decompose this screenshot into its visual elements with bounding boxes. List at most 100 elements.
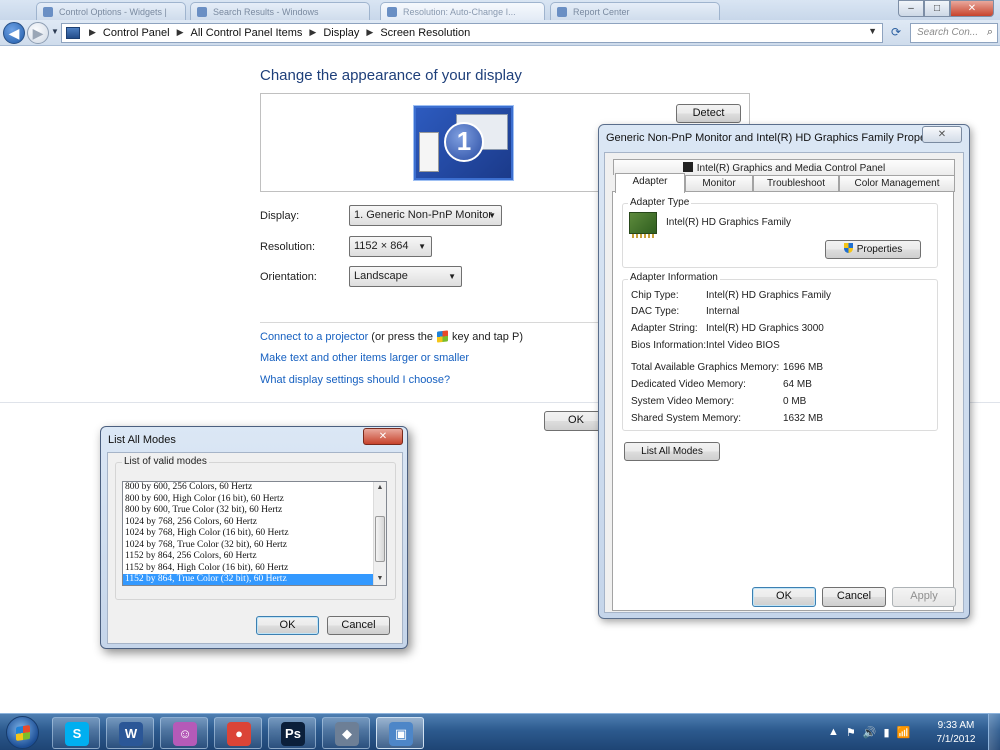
tab-monitor[interactable]: Monitor [685,175,753,192]
text-size-link[interactable]: Make text and other items larger or smal… [260,352,469,364]
breadcrumb-chevron-icon[interactable]: ▶ [309,27,316,39]
tab-adapter[interactable]: Adapter [615,173,685,193]
taskbar-virtualbox-button[interactable]: ◆ [322,717,370,749]
search-input[interactable]: Search Con... ⌕ [910,23,998,43]
close-icon[interactable]: ✕ [363,428,403,445]
properties-cancel-button[interactable]: Cancel [822,587,886,607]
taskbar: S W ☺ ● Ps ◆ ▣ ▲ ⚑ 🔊 ▮ 📶 9:33 AM 7/1/2012 [0,713,1000,750]
display-select[interactable]: 1. Generic Non-PnP Monitor ▼ [349,205,502,226]
recent-pages-dropdown-icon[interactable]: ▼ [51,27,59,36]
breadcrumb-chevron-icon[interactable]: ▶ [89,27,96,39]
address-dropdown-icon[interactable]: ▼ [868,26,877,36]
breadcrumb-control-panel[interactable]: Control Panel [103,27,170,39]
tab-color-management[interactable]: Color Management [839,175,955,192]
taskbar-control-panel-button[interactable]: ▣ [376,717,424,749]
network-icon[interactable]: 📶 [897,726,911,739]
projector-hint-text-end: key and tap P) [452,331,523,343]
breadcrumb-display[interactable]: Display [323,27,359,39]
scroll-down-arrow-icon[interactable]: ▼ [374,573,386,585]
volume-icon[interactable]: 🔊 [863,726,877,739]
mode-list-item[interactable]: 1024 by 768, High Color (16 bit), 60 Her… [123,528,386,540]
browser-tab-1[interactable]: Control Options - Widgets | [36,2,186,20]
tab-icon [387,7,397,17]
adapter-properties-button[interactable]: Properties [825,240,921,259]
mode-list-item[interactable]: 1152 by 864, True Color (32 bit), 60 Her… [123,574,386,585]
tab-strip: Control Options - Widgets | Search Resul… [0,0,1000,20]
control-panel-icon [66,27,80,39]
modes-cancel-button[interactable]: Cancel [327,616,390,635]
mode-list-item[interactable]: 1152 by 864, 256 Colors, 60 Hertz [123,551,386,563]
dac-type-key: DAC Type: [631,306,680,317]
windows-key-icon [437,330,449,343]
back-arrow-icon[interactable]: ◀ [3,22,25,44]
breadcrumb-all-items[interactable]: All Control Panel Items [191,27,303,39]
taskbar-skype-button[interactable]: S [52,717,100,749]
search-icon[interactable]: ⌕ [987,26,993,39]
properties-apply-button[interactable]: Apply [892,587,956,607]
refresh-icon[interactable]: ⟳ [886,24,906,42]
taskbar-photoshop-button[interactable]: Ps [268,717,316,749]
mode-list-item[interactable]: 1024 by 768, True Color (32 bit), 60 Her… [123,540,386,552]
close-window-button[interactable]: ✕ [950,0,994,17]
uac-shield-icon [843,243,853,253]
battery-icon[interactable]: ▮ [883,726,889,739]
dialog-title: Generic Non-PnP Monitor and Intel(R) HD … [606,132,945,144]
monitor-preview[interactable]: 1 [414,106,513,180]
mode-list-item[interactable]: 800 by 600, True Color (32 bit), 60 Hert… [123,505,386,517]
forward-arrow-icon[interactable]: ▶ [27,22,49,44]
taskbar-chrome-button[interactable]: ● [214,717,262,749]
scrollbar-thumb[interactable] [375,516,385,562]
browser-tab-2[interactable]: Search Results - Windows [190,2,370,20]
total-memory-value: 1696 MB [783,362,824,373]
close-icon[interactable]: ✕ [922,126,962,143]
action-center-flag-icon[interactable]: ⚑ [846,726,856,739]
mode-list-item[interactable]: 800 by 600, High Color (16 bit), 60 Hert… [123,494,386,506]
tab-troubleshoot[interactable]: Troubleshoot [753,175,839,192]
dialog-body: List of valid modes 800 by 600, 256 Colo… [107,452,403,644]
modes-ok-button[interactable]: OK [256,616,319,635]
show-desktop-button[interactable] [988,714,1000,750]
mode-list-item[interactable]: 800 by 600, 256 Colors, 60 Hertz [123,482,386,494]
resolution-select[interactable]: 1152 × 864 ▼ [349,236,432,257]
minimize-button[interactable]: – [898,0,924,17]
orientation-select[interactable]: Landscape ▼ [349,266,462,287]
breadcrumb-chevron-icon[interactable]: ▶ [177,27,184,39]
chip-type-key: Chip Type: [631,290,679,301]
adapter-string-value: Intel(R) HD Graphics 3000 [706,323,824,334]
tab-label: Intel(R) Graphics and Media Control Pane… [696,163,886,174]
browser-tab-3[interactable]: Resolution: Auto-Change I... [380,2,545,20]
breadcrumb-screen-resolution[interactable]: Screen Resolution [380,27,470,39]
maximize-button[interactable]: □ [924,0,950,17]
taskbar-word-button[interactable]: W [106,717,154,749]
listbox-scrollbar[interactable]: ▲ ▼ [373,482,386,585]
mode-list-item[interactable]: 1152 by 864, High Color (16 bit), 60 Her… [123,563,386,575]
display-settings-help-link[interactable]: What display settings should I choose? [260,374,450,386]
system-memory-key: System Video Memory: [631,396,735,407]
display-label: Display: [260,210,300,222]
properties-ok-button[interactable]: OK [752,587,816,607]
list-all-modes-button[interactable]: List All Modes [624,442,720,461]
mode-list-item[interactable]: 1024 by 768, 256 Colors, 60 Hertz [123,517,386,529]
scroll-up-arrow-icon[interactable]: ▲ [374,482,386,494]
start-button[interactable] [6,716,39,749]
orientation-select-value: Landscape [354,270,408,282]
taskbar-messenger-button[interactable]: ☺ [160,717,208,749]
modes-listbox[interactable]: 800 by 600, 256 Colors, 60 Hertz 800 by 6… [122,481,387,586]
chrome-icon: ● [227,722,251,746]
intel-graphics-icon [682,162,693,172]
system-memory-value: 0 MB [783,396,807,407]
breadcrumb-chevron-icon[interactable]: ▶ [366,27,373,39]
search-placeholder: Search Con... [917,27,979,38]
detect-button[interactable]: Detect [676,104,741,123]
clock-time: 9:33 AM [937,720,975,731]
system-clock[interactable]: 9:33 AM 7/1/2012 [930,719,982,747]
tab-label: Report Center [573,7,630,17]
browser-tab-4[interactable]: Report Center [550,2,720,20]
resolution-label: Resolution: [260,241,316,253]
address-bar[interactable]: ▶ Control Panel ▶ All Control Panel Item… [61,23,883,43]
show-hidden-icons-icon[interactable]: ▲ [828,726,839,739]
graphics-card-icon [629,212,657,238]
connect-projector-link[interactable]: Connect to a projector [260,331,368,343]
tab-icon [197,7,207,17]
divider [260,322,600,323]
